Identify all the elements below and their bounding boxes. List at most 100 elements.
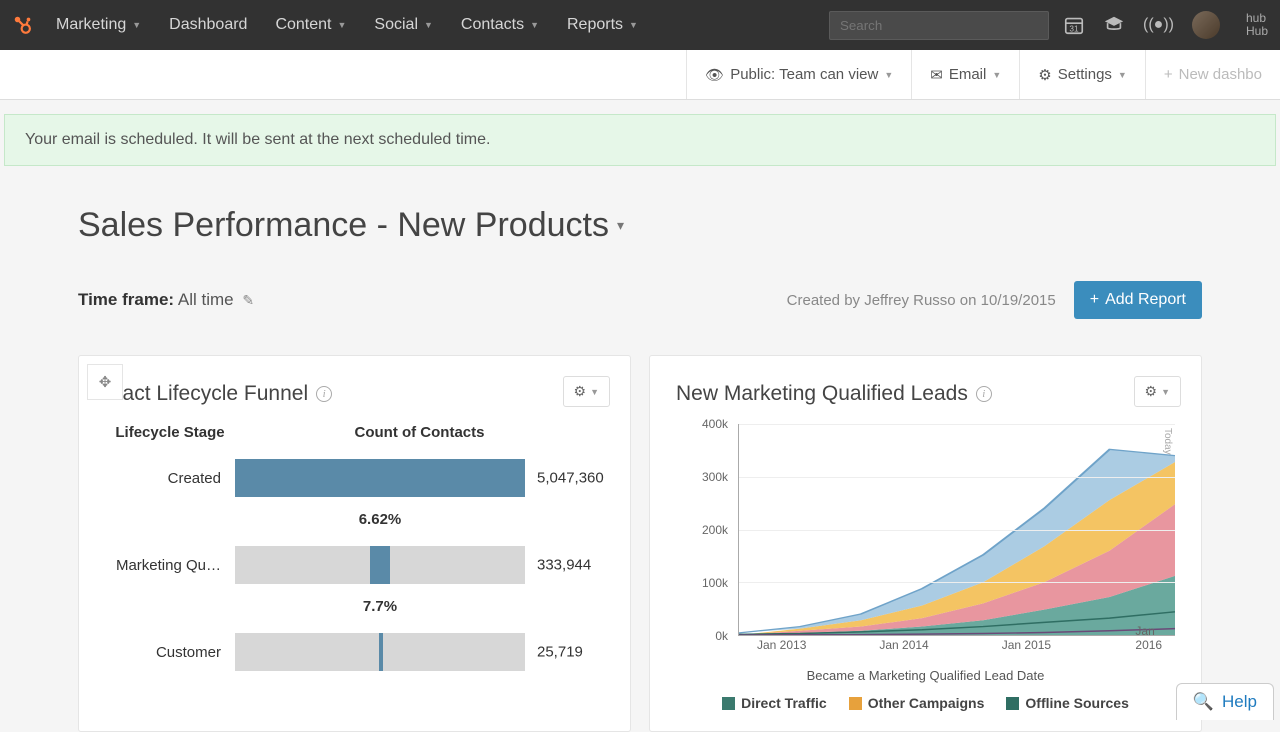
funnel-stage-label: Marketing Qu… — [105, 557, 235, 574]
subnav-new-dashboard[interactable]: + New dashbo — [1145, 50, 1280, 99]
nav-content[interactable]: Content ▼ — [261, 16, 360, 34]
main-content: Sales Performance - New Products ▾ Time … — [0, 166, 1280, 732]
legend-swatch — [849, 697, 862, 710]
search-icon: 🔍 — [1193, 692, 1214, 712]
funnel-bar — [235, 546, 525, 584]
subnav-label: New dashbo — [1179, 66, 1262, 83]
funnel-conversion: 7.7% — [235, 598, 525, 615]
eye-icon: 👁 — [705, 66, 724, 84]
meta-row: Time frame: All time ✎ Created by Jeffre… — [78, 281, 1202, 319]
funnel-row: Created 5,047,360 — [105, 459, 604, 497]
card-settings-button[interactable]: ⚙▼ — [1134, 376, 1181, 407]
info-icon[interactable]: i — [976, 386, 992, 402]
funnel-header: Lifecycle Stage Count of Contacts — [105, 424, 604, 441]
card-title: New Marketing Qualified Leads i — [676, 382, 1175, 406]
y-tick: 0k — [715, 629, 728, 643]
avatar[interactable] — [1192, 11, 1220, 39]
funnel-row: Marketing Qu… 333,944 — [105, 546, 604, 584]
chevron-down-icon: ▼ — [884, 70, 893, 80]
x-tick: Jan 2013 — [757, 638, 806, 652]
legend-label: Other Campaigns — [868, 695, 985, 711]
search-input[interactable] — [829, 11, 1049, 40]
col-stage: Lifecycle Stage — [105, 424, 235, 441]
card-lifecycle-funnel: ✥ ⚙▼ ntact Lifecycle Funnel i Lifecycle … — [78, 355, 631, 732]
timeframe-label: Time frame: — [78, 290, 174, 309]
card-settings-button[interactable]: ⚙▼ — [563, 376, 610, 407]
x-tick: Jan 2015 — [1002, 638, 1051, 652]
nav-dashboard[interactable]: Dashboard — [155, 16, 261, 34]
funnel-stage-label: Created — [105, 470, 235, 487]
drag-handle[interactable]: ✥ — [87, 364, 123, 400]
legend-swatch — [722, 697, 735, 710]
x-tick: Jan 2014 — [879, 638, 928, 652]
x-tick: Jan 2016 — [1135, 624, 1162, 652]
area-chart: 400k 300k 200k 100k 0k — [676, 424, 1175, 664]
help-label: Help — [1222, 692, 1257, 712]
subnav-settings[interactable]: ⚙ Settings ▼ — [1019, 50, 1145, 99]
add-report-label: Add Report — [1105, 291, 1186, 309]
chevron-down-icon: ▼ — [338, 20, 347, 30]
chart-legend: Direct Traffic Other Campaigns Offline S… — [676, 695, 1175, 711]
subnav-email[interactable]: ✉ Email ▼ — [911, 50, 1019, 99]
legend-swatch — [1006, 697, 1019, 710]
x-axis-label: Became a Marketing Qualified Lead Date — [676, 668, 1175, 683]
card-title: ntact Lifecycle Funnel i — [105, 382, 604, 406]
page-title[interactable]: Sales Performance - New Products ▾ — [78, 206, 1202, 245]
nav-item-label: Content — [275, 16, 331, 34]
cards-row: ✥ ⚙▼ ntact Lifecycle Funnel i Lifecycle … — [78, 355, 1202, 732]
col-count: Count of Contacts — [235, 424, 604, 441]
card-mql-chart: ⚙▼ New Marketing Qualified Leads i 400k … — [649, 355, 1202, 732]
broadcast-icon[interactable]: ((●)) — [1143, 16, 1174, 34]
funnel-chart: Lifecycle Stage Count of Contacts Create… — [105, 424, 604, 671]
chevron-down-icon: ▼ — [992, 70, 1001, 80]
chevron-down-icon: ▼ — [132, 20, 141, 30]
gear-icon: ⚙ — [1145, 383, 1158, 400]
pencil-icon[interactable]: ✎ — [242, 292, 254, 308]
nav-brand[interactable]: Marketing ▼ — [42, 16, 155, 34]
gear-icon: ⚙ — [574, 383, 587, 400]
plus-icon: + — [1164, 66, 1173, 83]
funnel-value: 25,719 — [537, 644, 583, 661]
account-text: hubHub — [1246, 12, 1268, 38]
chevron-down-icon: ▼ — [629, 20, 638, 30]
nav-brand-label: Marketing — [56, 16, 126, 34]
nav-social[interactable]: Social ▼ — [360, 16, 447, 34]
nav-item-label: Reports — [567, 16, 623, 34]
chevron-down-icon: ▼ — [424, 20, 433, 30]
timeframe[interactable]: Time frame: All time ✎ — [78, 290, 254, 310]
funnel-conversion: 6.62% — [235, 511, 525, 528]
calendar-icon[interactable]: 31 — [1063, 14, 1085, 36]
subnav-label: Public: Team can view — [730, 66, 878, 83]
academy-icon[interactable] — [1103, 14, 1125, 36]
help-button[interactable]: 🔍 Help — [1176, 683, 1274, 720]
chevron-down-icon: ▼ — [1118, 70, 1127, 80]
add-report-button[interactable]: + Add Report — [1074, 281, 1202, 319]
nav-item-label: Social — [374, 16, 418, 34]
x-axis: Jan 2013 Jan 2014 Jan 2015 Jan 2016 — [738, 638, 1175, 658]
envelope-icon: ✉ — [930, 66, 943, 84]
funnel-bar — [235, 459, 525, 497]
y-axis: 400k 300k 200k 100k 0k — [676, 424, 732, 636]
funnel-bar — [235, 633, 525, 671]
card-title-text: New Marketing Qualified Leads — [676, 382, 968, 406]
nav-reports[interactable]: Reports ▼ — [553, 16, 652, 34]
nav-item-label: Contacts — [461, 16, 524, 34]
gear-icon: ⚙ — [1038, 66, 1051, 84]
nav-item-label: Dashboard — [169, 16, 247, 34]
chevron-down-icon: ▼ — [1161, 387, 1170, 397]
top-nav: Marketing ▼ Dashboard Content ▼ Social ▼ Co… — [0, 0, 1280, 50]
timeframe-value: All time — [178, 290, 234, 309]
sub-nav: 👁 Public: Team can view ▼ ✉ Email ▼ ⚙ Se… — [0, 50, 1280, 100]
created-by-text: Created by Jeffrey Russo on 10/19/2015 — [787, 292, 1056, 309]
top-icons: 31 ((●)) hubHub — [1063, 11, 1268, 39]
svg-text:31: 31 — [1069, 24, 1079, 33]
today-marker: Today — [1162, 428, 1173, 455]
funnel-row: Customer 25,719 — [105, 633, 604, 671]
y-tick: 200k — [702, 523, 728, 537]
info-icon[interactable]: i — [316, 386, 332, 402]
funnel-stage-label: Customer — [105, 644, 235, 661]
nav-contacts[interactable]: Contacts ▼ — [447, 16, 553, 34]
subnav-public[interactable]: 👁 Public: Team can view ▼ — [686, 50, 911, 99]
chevron-down-icon: ▼ — [530, 20, 539, 30]
legend-item: Direct Traffic — [722, 695, 827, 711]
